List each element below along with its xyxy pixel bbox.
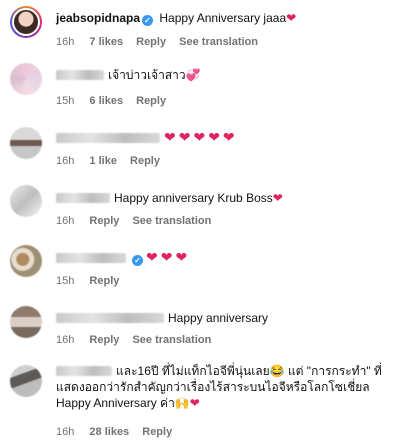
heart-emoji-icon: ❤ (272, 191, 284, 205)
redacted-username (56, 133, 160, 143)
verified-badge-icon: ✓ (132, 255, 143, 266)
heart-emoji-icon: ❤ (189, 396, 201, 410)
comment-text: เจ้าบ่าวเจ้าสาว💞 (56, 67, 405, 84)
see-translation-link[interactable]: See translation (132, 215, 211, 227)
reply-button[interactable]: Reply (142, 426, 172, 438)
timestamp: 16h (56, 36, 75, 48)
avatar[interactable] (10, 306, 42, 338)
redacted-username (56, 193, 110, 203)
reply-button[interactable]: Reply (136, 95, 166, 107)
timestamp: 16h (56, 215, 75, 227)
comment-text: ❤❤❤❤❤ (56, 129, 405, 147)
reply-button[interactable]: Reply (89, 334, 119, 346)
reply-button[interactable]: Reply (136, 36, 166, 48)
see-translation-link[interactable]: See translation (179, 36, 258, 48)
likes-count[interactable]: 7 likes (89, 36, 123, 48)
redacted-username (56, 313, 164, 323)
comment-meta: 16h 7 likes Reply See translation (56, 35, 268, 49)
comment-meta: 16h 28 likes Reply (56, 425, 182, 439)
comment-body: Happy anniversary (168, 311, 269, 325)
comment-meta: 16h 1 like Reply (56, 154, 170, 168)
timestamp: 15h (56, 95, 75, 107)
comment-meta: 15h 6 likes Reply (56, 94, 176, 108)
verified-badge-icon: ✓ (142, 15, 154, 26)
redacted-username (56, 366, 112, 376)
comment-body: Happy anniversary Krub Boss (114, 191, 273, 205)
heart-emoji-icon: ❤❤❤ (146, 249, 191, 265)
reply-button[interactable]: Reply (89, 275, 119, 287)
avatar[interactable] (10, 63, 42, 95)
avatar[interactable] (10, 365, 42, 397)
heart-emoji-icon: ❤❤❤❤❤ (164, 129, 238, 145)
likes-count[interactable]: 28 likes (89, 426, 129, 438)
timestamp: 16h (56, 426, 75, 438)
comment-meta: 16h Reply See translation (56, 214, 221, 228)
username[interactable]: jeabsopidnapa (56, 11, 140, 25)
comment-text: ✓ ❤❤❤ (56, 249, 405, 267)
comment-meta: 15h Reply (56, 274, 129, 288)
redacted-username (56, 70, 104, 80)
avatar[interactable] (10, 245, 42, 277)
avatar[interactable] (10, 127, 42, 159)
comment-body: เจ้าบ่าวเจ้าสาว (108, 68, 186, 82)
see-translation-link[interactable]: See translation (132, 334, 211, 346)
avatar[interactable] (10, 6, 42, 38)
reply-button[interactable]: Reply (89, 215, 119, 227)
likes-count[interactable]: 6 likes (89, 95, 123, 107)
timestamp: 15h (56, 275, 75, 287)
avatar[interactable] (10, 185, 42, 217)
comment-meta: 16h Reply See translation (56, 333, 221, 347)
redacted-username (56, 253, 126, 263)
reply-button[interactable]: Reply (130, 155, 160, 167)
heart-emoji-icon: ❤ (286, 11, 298, 25)
likes-count[interactable]: 1 like (89, 155, 117, 167)
comment-text: jeabsopidnapa ✓ Happy Anniversary jaaa❤ (56, 10, 405, 27)
comment-text: Happy anniversary Krub Boss❤ (56, 190, 405, 207)
comment-body: Happy Anniversary jaaa (159, 11, 287, 25)
comment-text: Happy anniversary (56, 310, 405, 327)
timestamp: 16h (56, 155, 75, 167)
comment-text: และ16ปี ที่ไม่แท็กไอจีพี่นุ่นเลย😂 แต่ "ก… (56, 363, 405, 411)
heart-emoji-icon: 💞 (185, 68, 202, 82)
timestamp: 16h (56, 334, 75, 346)
